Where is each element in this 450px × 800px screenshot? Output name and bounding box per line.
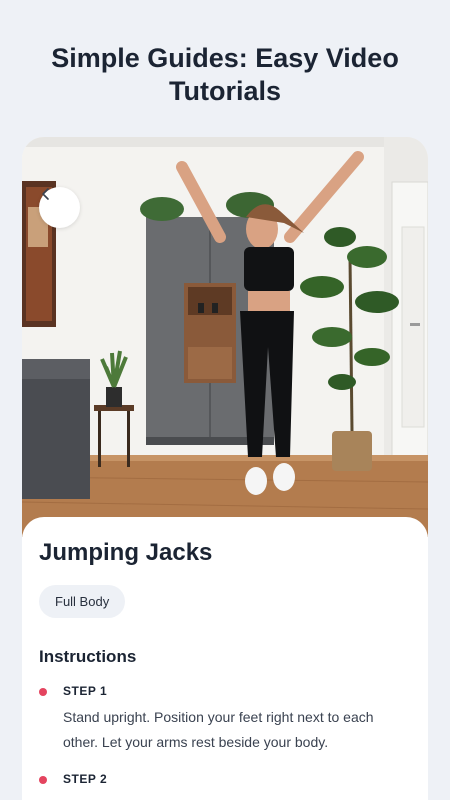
step-label: STEP 1: [63, 684, 108, 698]
chevron-left-icon: [42, 188, 49, 200]
instructions-heading: Instructions: [39, 647, 137, 666]
exercise-video[interactable]: [22, 137, 428, 537]
step-bullet-icon: [39, 688, 47, 696]
video-frame-illustration: [22, 137, 428, 537]
back-button[interactable]: [39, 187, 80, 228]
body-part-chip[interactable]: Full Body: [39, 585, 126, 618]
step-text: Stand upright. Position your feet right …: [63, 709, 374, 750]
exercise-title: Jumping Jacks: [39, 539, 213, 566]
step-label: STEP 2: [63, 772, 108, 786]
step-bullet-icon: [39, 776, 47, 784]
phone-screen: Jumping Jacks Full Body Instructions STE…: [22, 137, 428, 800]
page-headline: Simple Guides: Easy Video Tutorials: [51, 43, 399, 106]
exercise-details-sheet: Jumping Jacks Full Body Instructions STE…: [22, 517, 428, 800]
